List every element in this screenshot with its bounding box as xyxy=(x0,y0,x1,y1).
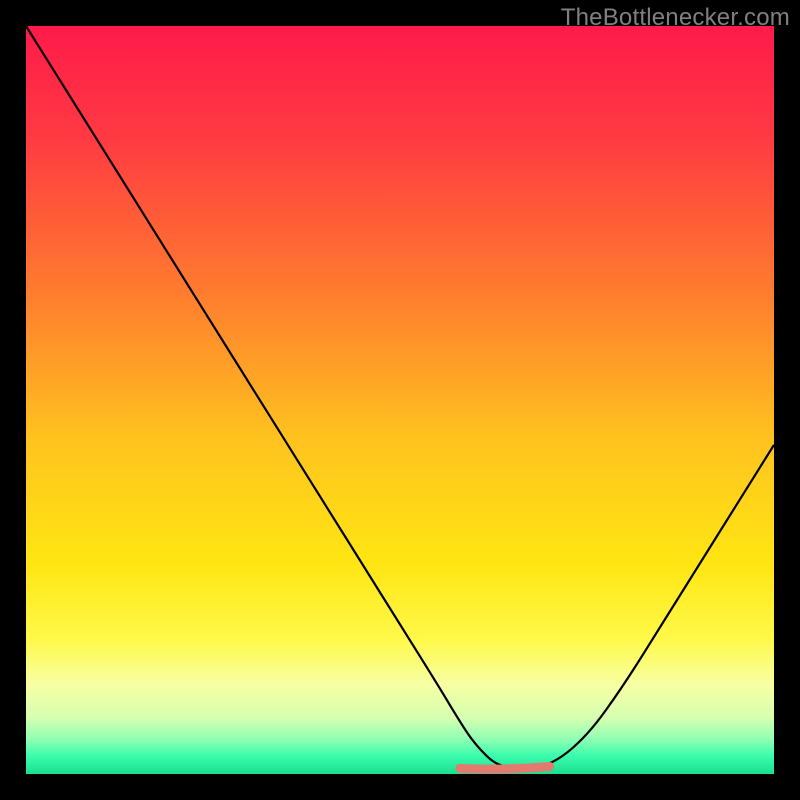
chart-stage: TheBottlenecker.com xyxy=(0,0,800,800)
plot-area xyxy=(26,26,774,774)
chart-svg xyxy=(26,26,774,774)
optimal-range-highlight xyxy=(460,767,550,770)
gradient-background xyxy=(26,26,774,774)
